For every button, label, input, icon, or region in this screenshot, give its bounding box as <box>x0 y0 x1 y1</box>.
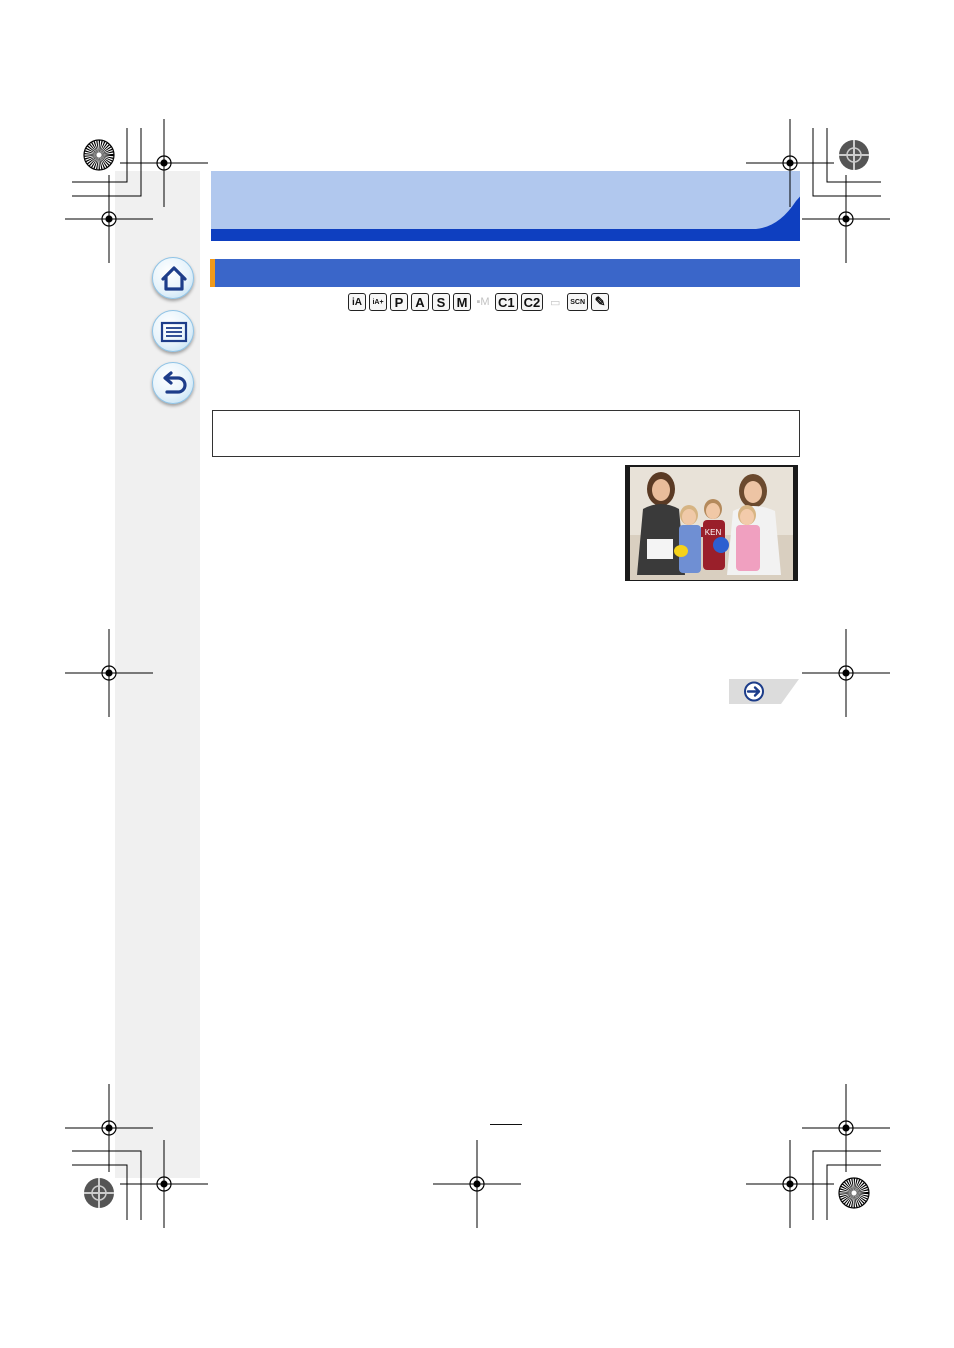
printer-marks <box>64 118 891 1229</box>
